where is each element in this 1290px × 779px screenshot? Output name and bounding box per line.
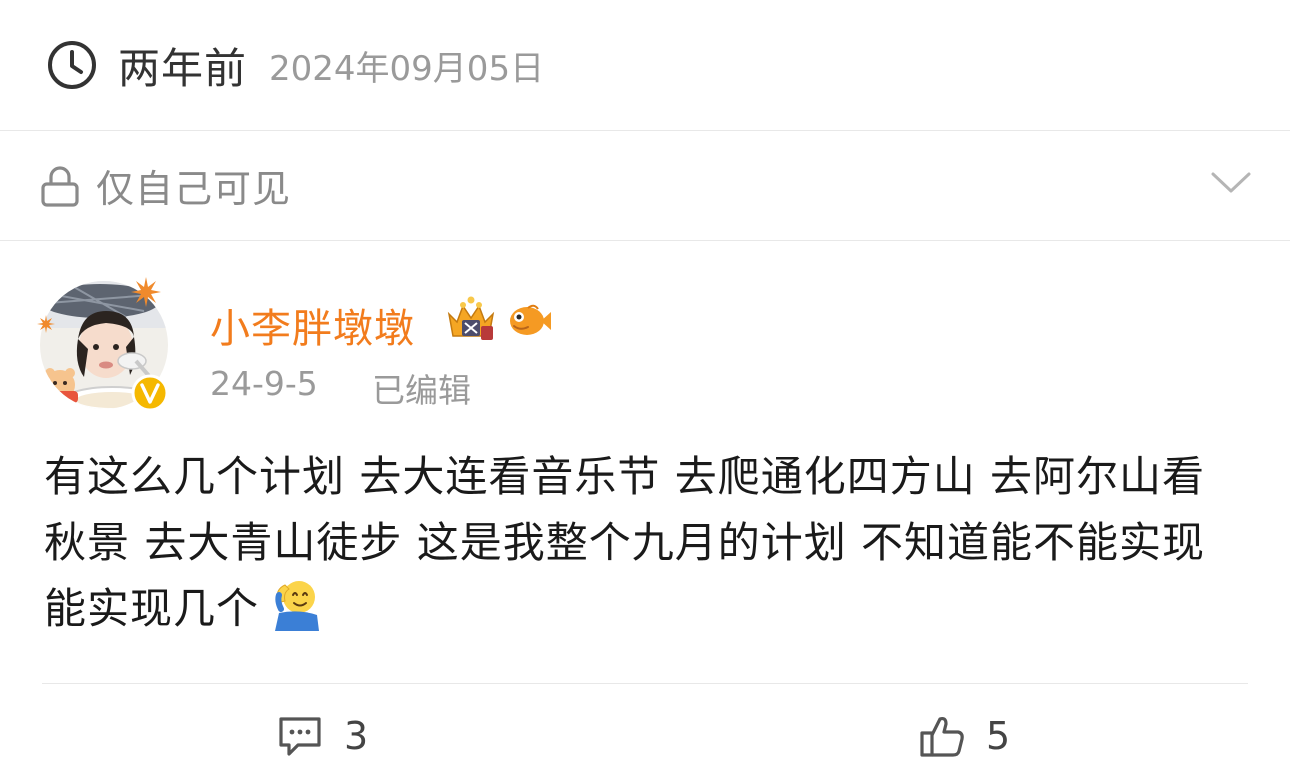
- divider: [42, 683, 1248, 684]
- comment-icon: [279, 717, 321, 756]
- fish-badge-icon[interactable]: [506, 300, 552, 340]
- visibility-selector[interactable]: 仅自己可见: [0, 131, 1290, 240]
- chevron-down-icon[interactable]: [1210, 169, 1252, 197]
- salute-face-emoji-icon: [275, 581, 320, 631]
- lock-icon: [41, 165, 79, 207]
- comment-button[interactable]: 3: [276, 706, 368, 766]
- author-name[interactable]: 小李胖墩墩: [210, 296, 415, 354]
- full-date: 2024年09月05日: [269, 48, 545, 89]
- like-count: 5: [986, 714, 1011, 758]
- post-time-header: 两年前 2024年09月05日: [0, 0, 1290, 130]
- post-date: 24-9-5: [210, 364, 318, 403]
- clock-icon: [48, 41, 96, 89]
- post-text: 有这么几个计划 去大连看音乐节 去爬通化四方山 去阿尔山看秋景 去大青山徒步 这…: [44, 452, 1206, 633]
- comment-count: 3: [344, 714, 369, 758]
- divider: [0, 240, 1290, 241]
- edited-label[interactable]: 已编辑: [372, 364, 471, 412]
- like-button[interactable]: 5: [918, 706, 1010, 766]
- relative-time: 两年前: [118, 43, 248, 93]
- visibility-label: 仅自己可见: [96, 167, 292, 211]
- avatar[interactable]: [34, 273, 174, 413]
- crown-badge-icon[interactable]: [443, 296, 499, 344]
- post-content: 有这么几个计划 去大连看音乐节 去爬通化四方山 去阿尔山看秋景 去大青山徒步 这…: [44, 444, 1244, 642]
- verified-badge: [131, 374, 169, 412]
- thumbs-up-icon: [920, 716, 964, 757]
